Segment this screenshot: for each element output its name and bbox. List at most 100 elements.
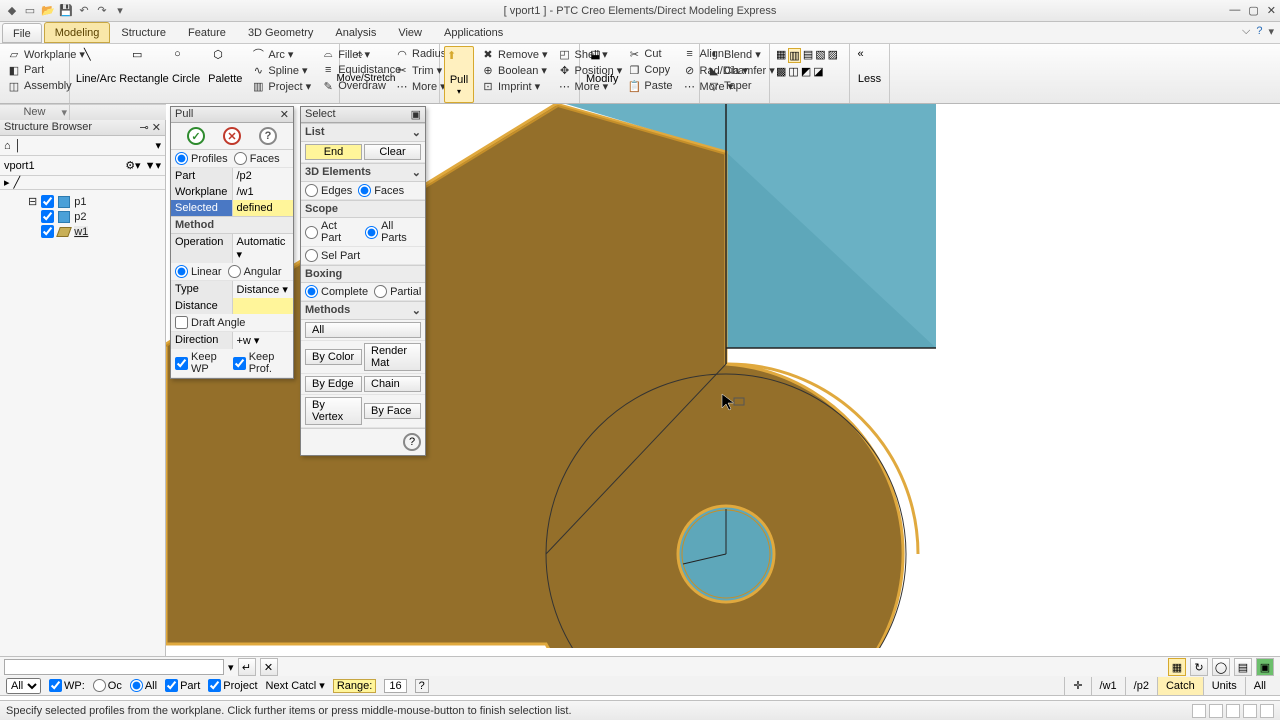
selpart-radio[interactable]: Sel Part	[305, 249, 360, 262]
status-icon[interactable]	[1226, 704, 1240, 718]
snap-icon[interactable]: ▣	[1256, 658, 1274, 676]
tree-item-p2[interactable]: ⊟p2	[4, 209, 161, 224]
complete-radio[interactable]: Complete	[305, 285, 368, 298]
status-icon[interactable]	[1192, 704, 1206, 718]
paste-button[interactable]: 📋Paste	[624, 78, 675, 94]
status-all[interactable]: All	[1245, 677, 1274, 695]
clock-icon[interactable]: ◯	[1212, 658, 1230, 676]
cancel-cmd-button[interactable]: ✕	[260, 658, 278, 676]
project-button[interactable]: ▥Project ▾	[248, 78, 314, 94]
filter-icon[interactable]: ▾	[155, 139, 161, 152]
tab-3d-geometry[interactable]: 3D Geometry	[237, 22, 324, 43]
tab-structure[interactable]: Structure	[110, 22, 177, 43]
new-icon[interactable]: ▭	[22, 3, 38, 19]
movestretch-button[interactable]: ⇔Move/Stretch	[344, 46, 388, 103]
selected-value[interactable]: defined	[233, 200, 294, 216]
byvertex-button[interactable]: By Vertex	[305, 397, 362, 425]
restore-icon[interactable]: ▢	[1248, 4, 1258, 17]
wp-check[interactable]: WP:	[49, 679, 85, 692]
util-icon[interactable]: ▧	[815, 48, 825, 63]
chamfer-button[interactable]: ◣Chamfer ▾	[704, 62, 778, 78]
enter-button[interactable]: ↵	[238, 658, 256, 676]
status-w1[interactable]: /w1	[1091, 677, 1125, 695]
grid-icon[interactable]: ▤	[1234, 658, 1252, 676]
part-value[interactable]: /p2	[233, 168, 294, 184]
all-button[interactable]: All	[305, 322, 421, 338]
rendermat-button[interactable]: Render Mat	[364, 343, 421, 371]
direction-select[interactable]: +w ▾	[233, 332, 294, 349]
ribbon-opt-icon[interactable]: ▾	[1268, 25, 1274, 38]
rectangle-button[interactable]: ▭Rectangle	[122, 46, 166, 103]
all-select[interactable]: All	[6, 678, 41, 694]
blend-button[interactable]: ◖Blend ▾	[704, 46, 778, 62]
util-icon[interactable]: ▥	[788, 48, 800, 63]
cut-button[interactable]: ✂Cut	[624, 46, 675, 62]
project-check[interactable]: Project	[208, 679, 257, 692]
tree-item-p1[interactable]: ⊟p1	[4, 194, 161, 209]
draft-check[interactable]: Draft Angle	[175, 316, 245, 329]
range-help-icon[interactable]: ?	[415, 679, 429, 693]
imprint-button[interactable]: ⊡Imprint ▾	[478, 78, 551, 94]
status-catch[interactable]: Catch	[1157, 677, 1203, 695]
keepwp-check[interactable]: Keep WP	[175, 351, 227, 375]
faces-radio[interactable]: Faces	[234, 152, 280, 165]
close-panel-icon[interactable]: ✕	[152, 122, 161, 134]
status-icon[interactable]	[1209, 704, 1223, 718]
cmd-dropdown-icon[interactable]: ▾	[228, 661, 234, 674]
browser-home-icon[interactable]: ⌂	[4, 140, 11, 152]
end-button[interactable]: End	[305, 144, 362, 160]
select-close-icon[interactable]: ▣	[411, 108, 421, 121]
range-value[interactable]: 16	[384, 679, 406, 693]
keepprof-check[interactable]: Keep Prof.	[233, 351, 289, 375]
selected-label[interactable]: Selected	[171, 200, 233, 216]
help-icon[interactable]: ?	[1256, 25, 1262, 38]
tab-feature[interactable]: Feature	[177, 22, 237, 43]
redo-icon[interactable]: ↷	[94, 3, 110, 19]
command-input[interactable]	[4, 659, 224, 675]
spline-button[interactable]: ∿Spline ▾	[248, 62, 314, 78]
profiles-radio[interactable]: Profiles	[175, 152, 228, 165]
panel-help-button[interactable]: ?	[403, 433, 421, 451]
distance-input[interactable]	[233, 298, 294, 314]
operation-select[interactable]: Automatic ▾	[233, 234, 294, 263]
root-node[interactable]: vport1	[4, 160, 121, 172]
clear-button[interactable]: Clear	[364, 144, 421, 160]
faces-radio[interactable]: Faces	[358, 184, 404, 197]
chevron-down-icon[interactable]: ⌄	[412, 304, 421, 317]
tab-modeling[interactable]: Modeling	[44, 22, 111, 43]
util-icon[interactable]: ▩	[776, 65, 786, 78]
pull-button[interactable]: ⬆Pull▾	[444, 46, 474, 103]
allparts-radio[interactable]: All Parts	[365, 220, 421, 244]
partial-radio[interactable]: Partial	[374, 285, 421, 298]
palette-button[interactable]: ⬡Palette	[206, 46, 244, 103]
minimize-icon[interactable]: —	[1229, 4, 1240, 17]
expand-icon[interactable]: ▸	[4, 176, 10, 189]
undo-icon[interactable]: ↶	[76, 3, 92, 19]
copy-button[interactable]: ❐Copy	[624, 62, 675, 78]
tab-file[interactable]: File	[2, 23, 42, 43]
type-select[interactable]: Distance ▾	[233, 281, 294, 298]
tab-view[interactable]: View	[387, 22, 433, 43]
tree-opt-icon[interactable]: ⚙▾	[125, 159, 140, 172]
angular-radio[interactable]: Angular	[228, 265, 282, 278]
tab-applications[interactable]: Applications	[433, 22, 514, 43]
edges-radio[interactable]: Edges	[305, 184, 352, 197]
pull-close-icon[interactable]: ✕	[280, 108, 289, 121]
linearc-button[interactable]: ╲Line/Arc	[74, 46, 118, 103]
save-icon[interactable]: 💾	[58, 3, 74, 19]
chevron-down-icon[interactable]: ⌄	[412, 166, 421, 179]
status-icon[interactable]	[1260, 704, 1274, 718]
status-p2[interactable]: /p2	[1125, 677, 1157, 695]
actpart-radio[interactable]: Act Part	[305, 220, 359, 244]
help-button[interactable]: ?	[259, 127, 277, 145]
chain-button[interactable]: Chain	[364, 376, 421, 392]
nextcatch-button[interactable]: Next Catcl ▾	[266, 679, 325, 692]
all-radio[interactable]: All	[130, 679, 157, 692]
util-icon[interactable]: ◪	[813, 65, 823, 78]
oc-radio[interactable]: Oc	[93, 679, 122, 692]
bycolor-button[interactable]: By Color	[305, 349, 362, 365]
util-icon[interactable]: ▦	[776, 48, 786, 63]
part-check[interactable]: Part	[165, 679, 200, 692]
open-icon[interactable]: 📂	[40, 3, 56, 19]
boolean-button[interactable]: ⊕Boolean ▾	[478, 62, 551, 78]
